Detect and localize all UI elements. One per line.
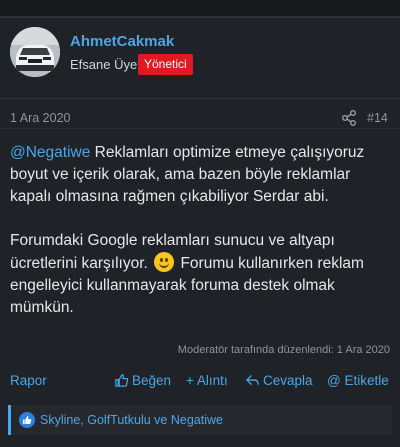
share-icon[interactable] xyxy=(340,109,358,127)
avatar-car-image xyxy=(10,27,60,77)
reply-button[interactable]: Cevapla xyxy=(245,373,313,388)
smiley-emoji xyxy=(154,252,175,272)
tag-button[interactable]: @ Etiketle xyxy=(327,373,389,388)
tag-label: @ Etiketle xyxy=(327,373,389,388)
like-button[interactable]: Beğen xyxy=(114,373,171,388)
report-button[interactable]: Rapor xyxy=(10,373,47,388)
reactions-users[interactable]: Skyline, GolfTutkulu ve Negatiwe xyxy=(40,413,223,427)
edited-note: Moderatör tarafında düzenlendi: 1 Ara 20… xyxy=(177,344,390,356)
post-body: @Negatiwe Reklamları optimize etmeye çal… xyxy=(10,142,392,319)
user-title: Efsane Üye xyxy=(70,57,138,72)
role-badge: Yönetici xyxy=(138,54,193,75)
header-divider xyxy=(0,98,400,99)
thumbs-up-icon xyxy=(115,374,129,387)
top-strip xyxy=(0,0,400,16)
like-reaction-icon xyxy=(19,412,35,428)
post-number-link[interactable]: #14 xyxy=(367,111,388,125)
post-actions: Rapor Beğen + Alıntı Cevapla @ Etiketle xyxy=(0,373,400,391)
reply-arrow-icon xyxy=(246,375,259,385)
quote-label: + Alıntı xyxy=(186,373,228,388)
quote-button[interactable]: + Alıntı xyxy=(186,373,228,388)
reply-label: Cevapla xyxy=(263,373,313,388)
paragraph-2: Forumdaki Google reklamları sunucu ve al… xyxy=(10,230,392,319)
meta-divider xyxy=(0,128,400,129)
mention-link[interactable]: @Negatiwe xyxy=(10,144,90,161)
report-label: Rapor xyxy=(10,373,47,388)
post-date[interactable]: 1 Ara 2020 xyxy=(10,111,70,125)
username-link[interactable]: AhmetCakmak xyxy=(70,33,174,50)
reactions-bar[interactable]: Skyline, GolfTutkulu ve Negatiwe xyxy=(8,405,392,435)
avatar[interactable] xyxy=(10,27,60,77)
like-label: Beğen xyxy=(132,373,172,388)
paragraph-1: @Negatiwe Reklamları optimize etmeye çal… xyxy=(10,142,392,208)
